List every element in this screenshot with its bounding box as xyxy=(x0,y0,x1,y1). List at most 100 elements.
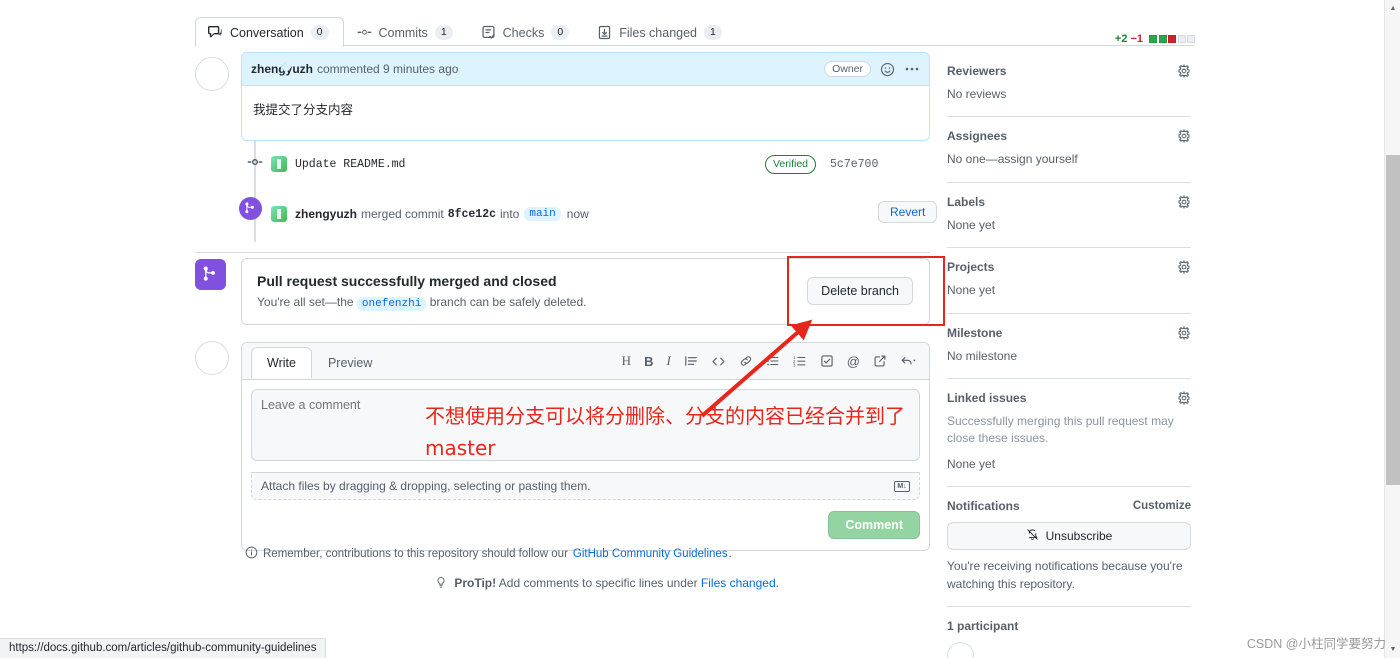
tab-count: 0 xyxy=(311,25,329,40)
status-bar-url: https://docs.github.com/articles/github-… xyxy=(0,638,326,658)
sidebar-value: No reviews xyxy=(947,86,1191,103)
sidebar-divider xyxy=(947,182,1191,183)
unsubscribe-button[interactable]: Unsubscribe xyxy=(947,522,1191,550)
sidebar-title: Labels xyxy=(947,195,985,209)
tab-preview[interactable]: Preview xyxy=(312,347,388,378)
tab-list: Conversation 0 Commits 1 Checks 0 xyxy=(195,12,1195,46)
sidebar-section-assignees: Assignees No one—assign yourself xyxy=(947,129,1191,182)
heading-icon[interactable]: H xyxy=(622,353,631,369)
tab-files-changed[interactable]: Files changed 1 xyxy=(584,17,737,47)
diff-deletions: −1 xyxy=(1130,33,1143,45)
delete-branch-button[interactable]: Delete branch xyxy=(807,277,913,305)
merged-sub-after: branch can be safely deleted. xyxy=(430,295,587,309)
code-icon[interactable] xyxy=(711,354,726,369)
participant-avatar[interactable] xyxy=(947,642,974,658)
notifications-note: You're receiving notifications because y… xyxy=(947,558,1191,593)
tip-text: Remember, contributions to this reposito… xyxy=(263,548,568,560)
vertical-scrollbar[interactable]: ▲ ▼ xyxy=(1384,0,1400,658)
markdown-toolbar: H B I 123 xyxy=(622,353,929,369)
tab-checks[interactable]: Checks 0 xyxy=(468,17,585,47)
merge-row: zhengyuzh merged commit 8fce12c into mai… xyxy=(271,202,589,226)
commit-message[interactable]: Update README.md xyxy=(295,158,405,171)
customize-notifications-link[interactable]: Customize xyxy=(1133,500,1191,512)
sidebar-title: Projects xyxy=(947,260,994,274)
comment-submit-button[interactable]: Comment xyxy=(828,511,920,539)
gear-icon[interactable] xyxy=(1177,326,1191,340)
sidebar-section-reviewers: Reviewers No reviews xyxy=(947,64,1191,117)
italic-icon[interactable]: I xyxy=(666,353,670,369)
commit-sha[interactable]: 5c7e700 xyxy=(830,158,878,171)
revert-button[interactable]: Revert xyxy=(878,201,937,223)
community-guidelines-tip: Remember, contributions to this reposito… xyxy=(245,546,732,562)
commit-author-avatar xyxy=(271,156,287,172)
unsubscribe-label: Unsubscribe xyxy=(1046,529,1113,543)
merge-author-avatar xyxy=(271,206,287,222)
merge-text-into: into xyxy=(500,207,519,221)
ordered-list-icon[interactable]: 123 xyxy=(793,354,807,368)
protip-line: ProTip! Add comments to specific lines u… xyxy=(435,576,779,590)
merged-commit-sha[interactable]: 8fce12c xyxy=(448,208,496,221)
protip-suffix: . xyxy=(776,576,779,590)
sidebar-value: No milestone xyxy=(947,348,1191,365)
comment-card: zhengyuzh commented 9 minutes ago Owner … xyxy=(241,52,930,141)
github-community-guidelines-link[interactable]: GitHub Community Guidelines xyxy=(573,548,728,560)
sidebar-value[interactable]: No one—assign yourself xyxy=(947,151,1191,168)
sidebar-title: Assignees xyxy=(947,129,1007,143)
tip-suffix: . xyxy=(729,548,732,560)
gear-icon[interactable] xyxy=(1177,260,1191,274)
scroll-up-icon[interactable]: ▲ xyxy=(1385,0,1400,17)
bell-slash-icon xyxy=(1026,528,1039,544)
cross-reference-icon[interactable] xyxy=(873,354,887,368)
tab-write[interactable]: Write xyxy=(251,347,312,378)
tab-label: Conversation xyxy=(230,26,304,40)
mention-icon[interactable]: @ xyxy=(847,354,860,369)
tab-commits[interactable]: Commits 1 xyxy=(344,17,468,47)
comment-menu-icon[interactable] xyxy=(904,61,920,77)
sidebar-divider xyxy=(947,606,1191,607)
gear-icon[interactable] xyxy=(1177,64,1191,78)
sidebar-section-participants: 1 participant xyxy=(947,619,1191,658)
scroll-down-icon[interactable]: ▼ xyxy=(1385,641,1400,658)
comment-discussion-icon xyxy=(208,25,223,40)
comment-textarea[interactable] xyxy=(251,389,920,461)
gear-icon[interactable] xyxy=(1177,129,1191,143)
protip-text: Add comments to specific lines under xyxy=(499,576,698,590)
bold-icon[interactable]: B xyxy=(644,354,653,369)
sidebar-section-projects: Projects None yet xyxy=(947,260,1191,313)
tab-conversation[interactable]: Conversation 0 xyxy=(195,17,344,47)
tab-count: 1 xyxy=(435,25,453,40)
unordered-list-icon[interactable] xyxy=(766,354,780,368)
pr-tabbar: Conversation 0 Commits 1 Checks 0 xyxy=(195,12,1195,46)
watermark: CSDN @小柱同学要努力 xyxy=(1247,633,1386,652)
add-reaction-icon[interactable] xyxy=(880,62,895,77)
verified-badge[interactable]: Verified xyxy=(765,155,816,174)
markdown-icon[interactable]: M↓ xyxy=(894,481,910,492)
quote-icon[interactable] xyxy=(684,354,698,368)
merge-author[interactable]: zhengyuzh xyxy=(295,207,357,221)
tab-label: Checks xyxy=(503,26,545,40)
checklist-icon xyxy=(481,25,496,40)
comment-body: 我提交了分支内容 xyxy=(242,86,929,140)
merged-status-box: Pull request successfully merged and clo… xyxy=(241,258,930,325)
github-pull-request-page: Conversation 0 Commits 1 Checks 0 xyxy=(0,0,1400,658)
reply-icon[interactable] xyxy=(900,354,916,368)
sidebar-section-notifications: Notifications Customize Unsubscribe You'… xyxy=(947,499,1191,607)
merge-text-before: merged commit xyxy=(361,207,444,221)
target-branch[interactable]: main xyxy=(524,207,560,221)
gear-icon[interactable] xyxy=(1177,195,1191,209)
commit-row: Update README.md xyxy=(271,152,405,176)
attach-files-hint[interactable]: Attach files by dragging & dropping, sel… xyxy=(251,472,920,500)
form-footer: Comment xyxy=(242,500,929,550)
tab-count: 1 xyxy=(704,25,722,40)
task-list-icon[interactable] xyxy=(820,354,834,368)
merge-time: now xyxy=(567,207,589,221)
scrollbar-thumb[interactable] xyxy=(1386,155,1400,485)
sidebar-section-milestone: Milestone No milestone xyxy=(947,326,1191,379)
protip-label: ProTip! xyxy=(454,576,496,590)
link-icon[interactable] xyxy=(739,354,753,368)
gear-icon[interactable] xyxy=(1177,391,1191,405)
sidebar-divider xyxy=(947,486,1191,487)
tab-label: Files changed xyxy=(619,26,697,40)
files-changed-link[interactable]: Files changed xyxy=(701,576,776,590)
merged-status-icon xyxy=(195,259,226,290)
